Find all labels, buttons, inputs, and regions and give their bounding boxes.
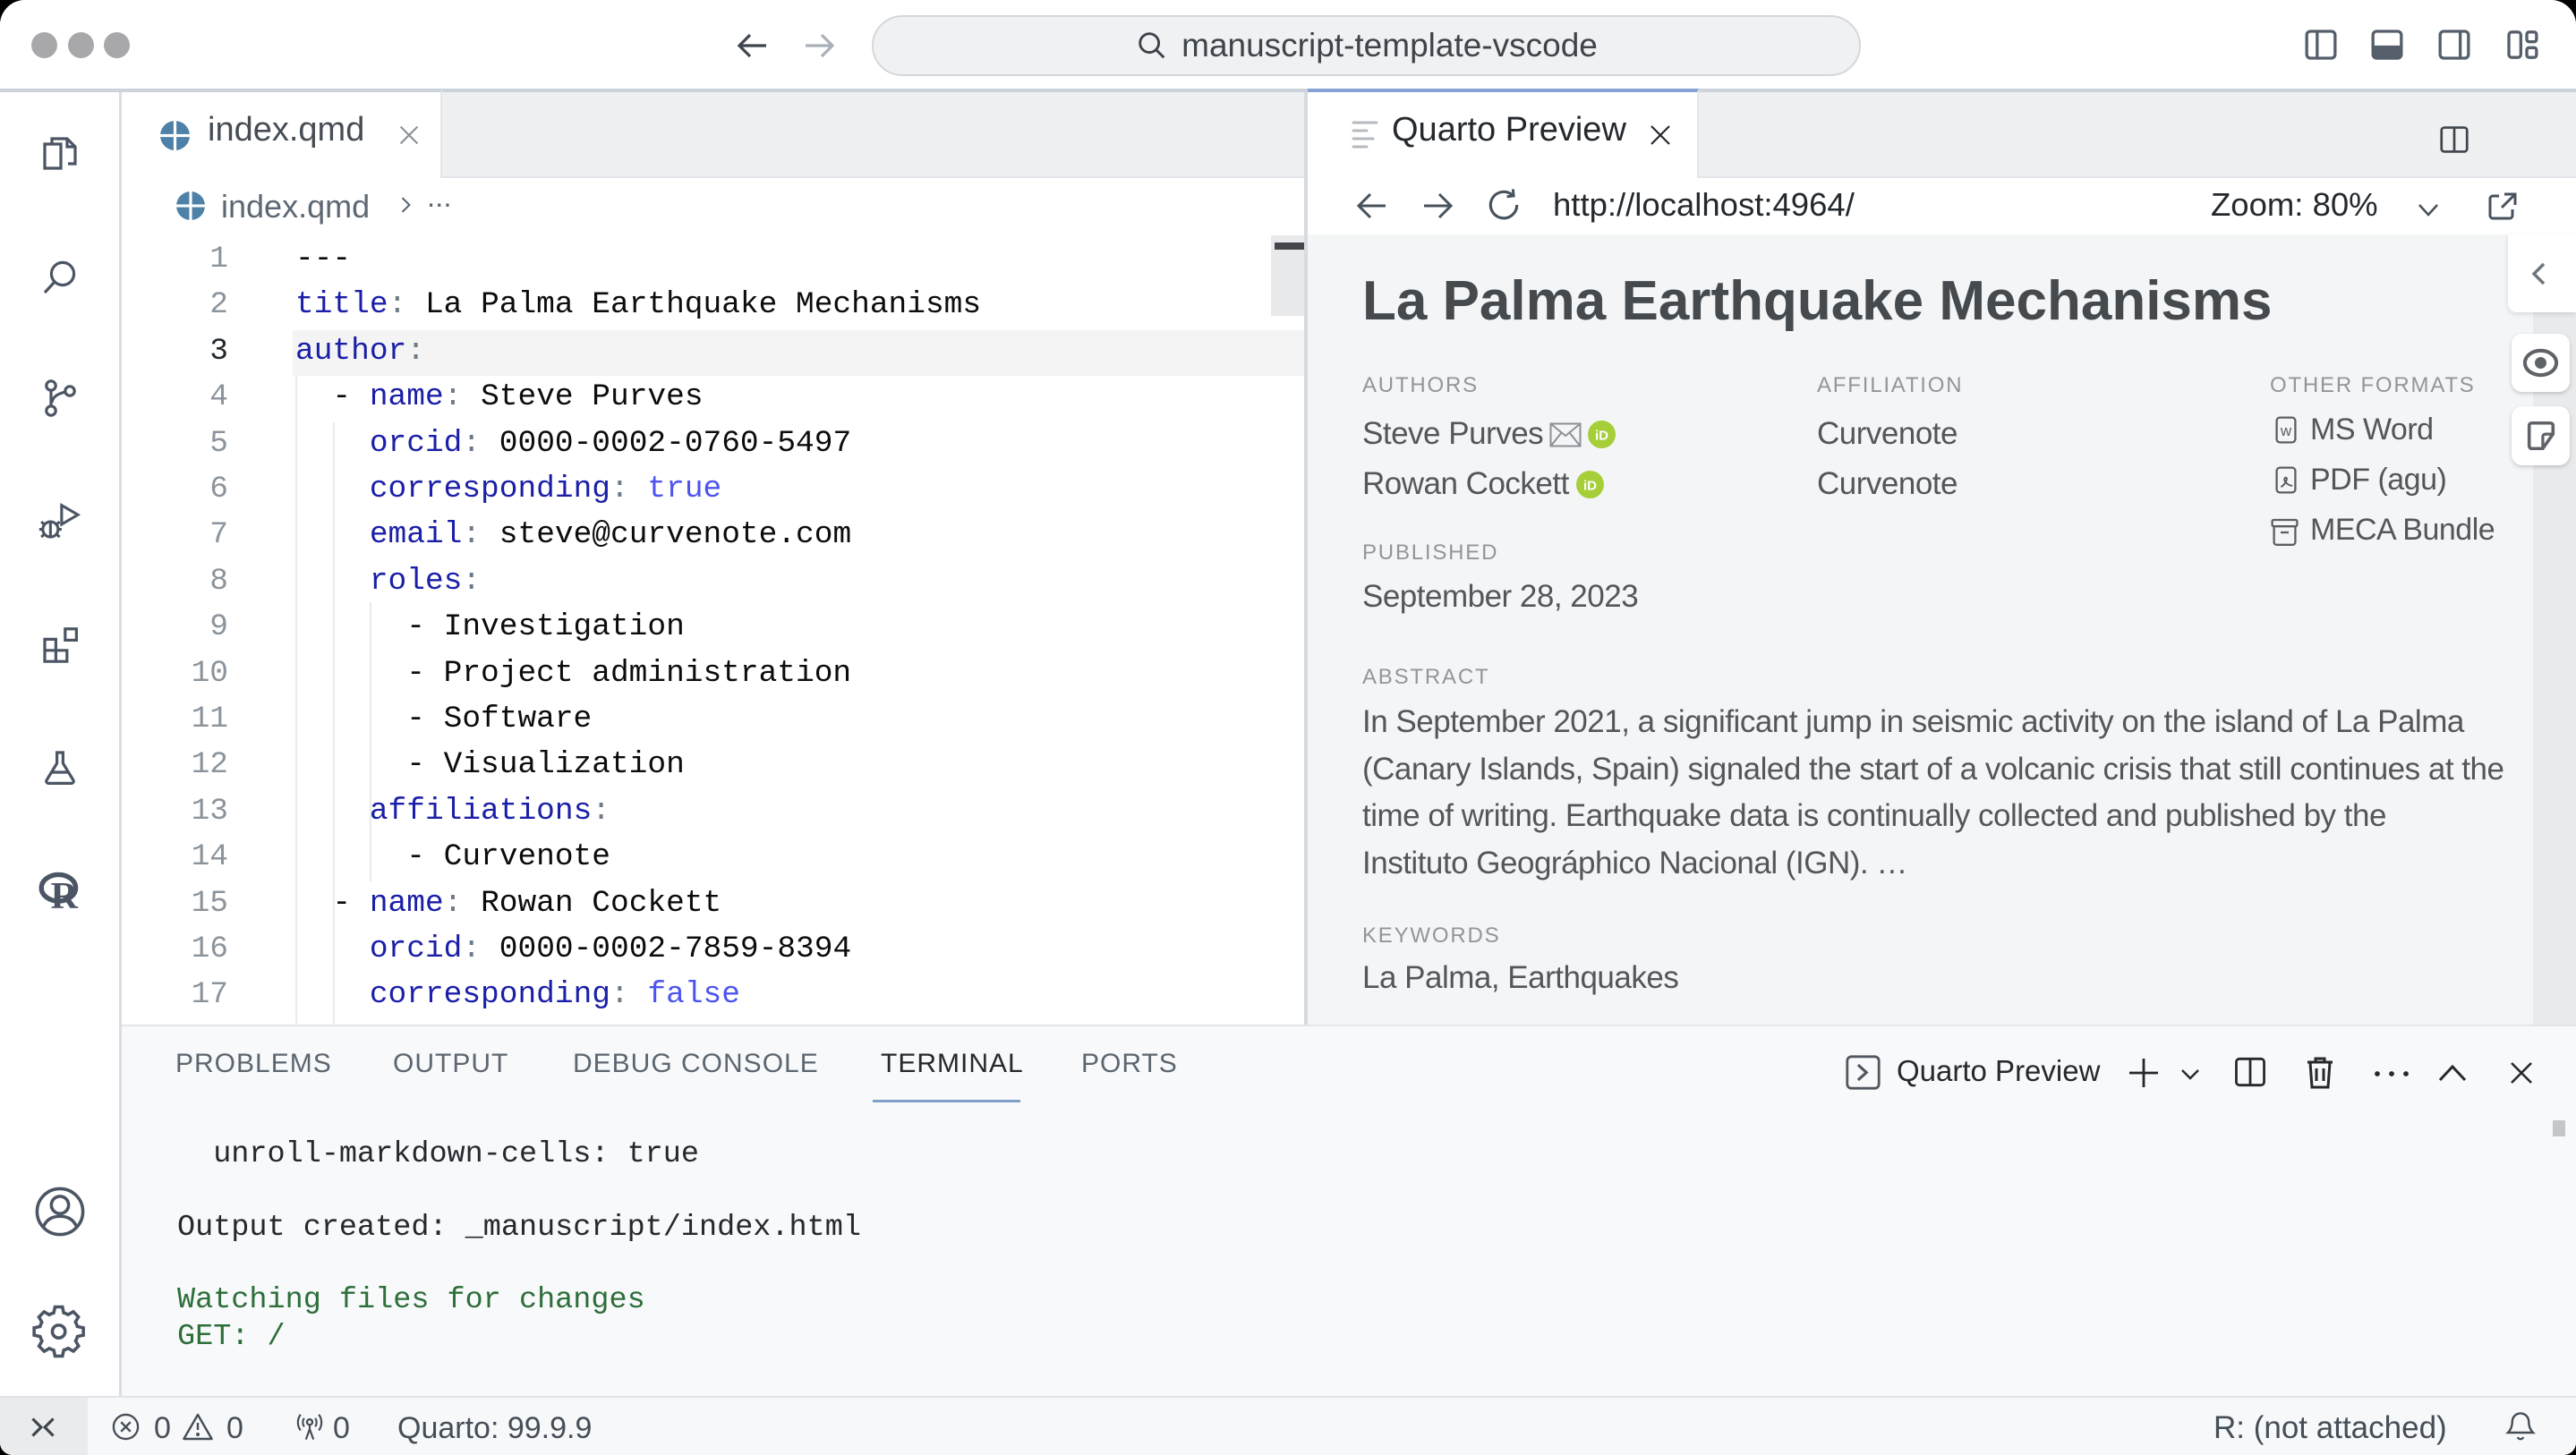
svg-text:iD: iD (1583, 479, 1597, 494)
svg-text:R: R (50, 876, 78, 912)
svg-text:iD: iD (1595, 429, 1608, 444)
svg-text:w: w (2280, 422, 2292, 439)
